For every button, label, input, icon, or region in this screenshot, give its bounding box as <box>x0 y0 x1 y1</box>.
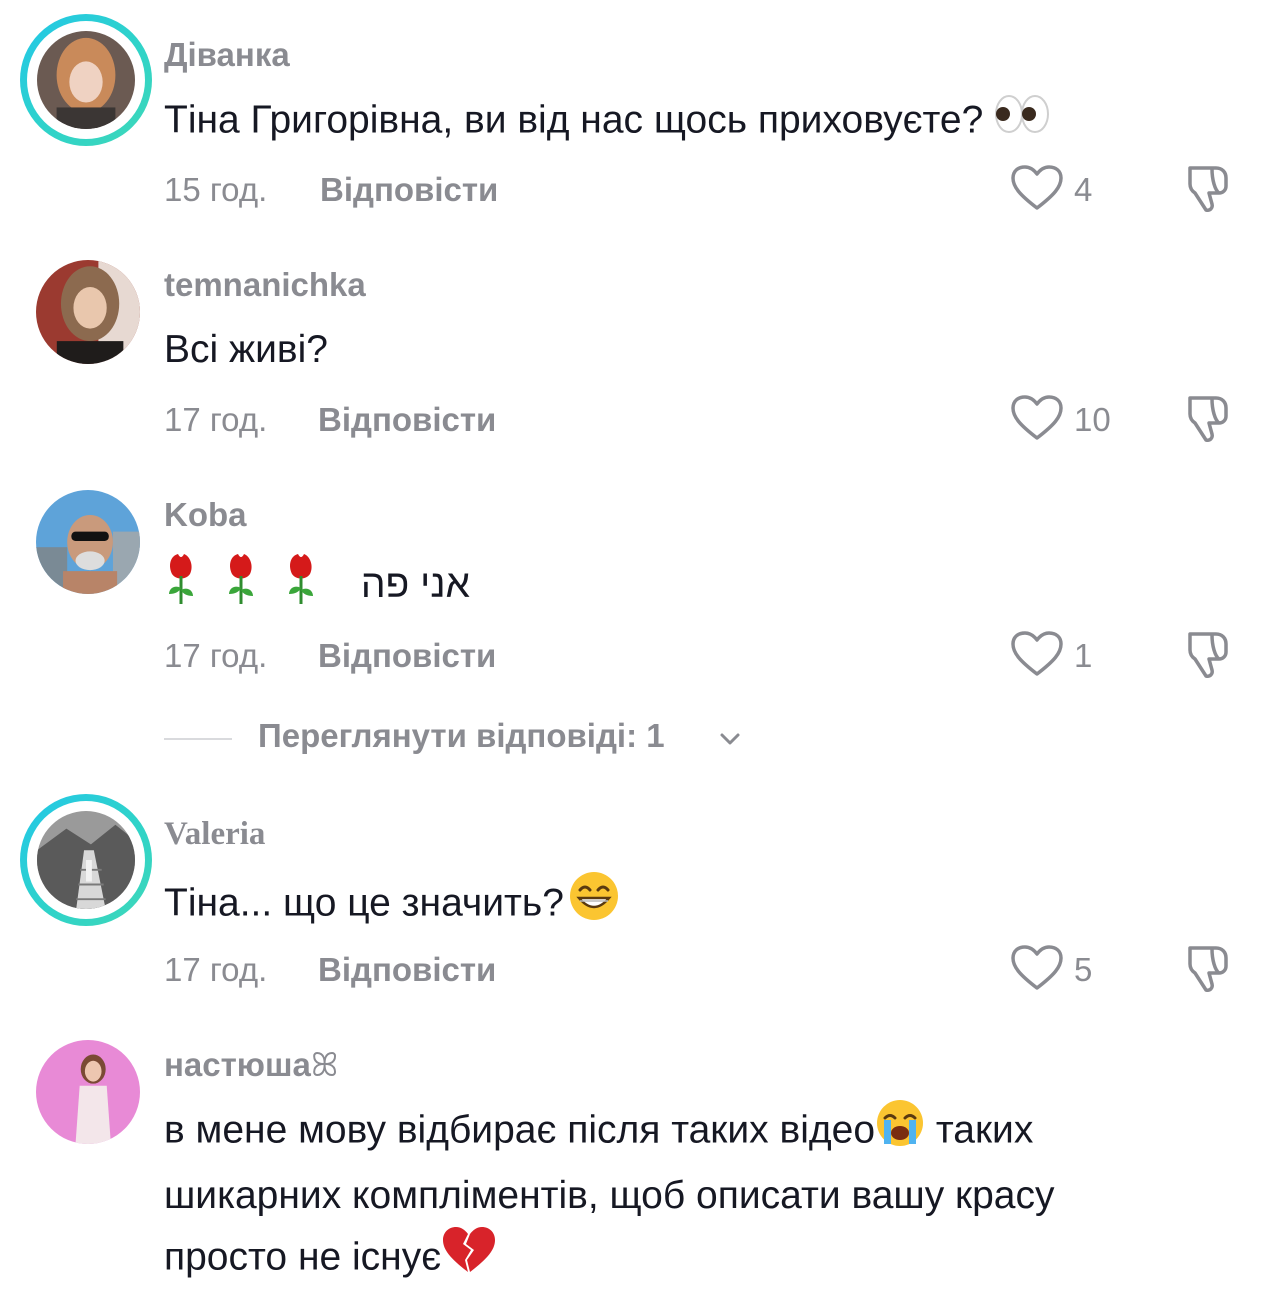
like-count: 5 <box>1074 951 1093 988</box>
chevron-down-icon <box>720 733 740 745</box>
view-replies-button[interactable]: Переглянути відповіді: 1 <box>164 717 864 761</box>
comment-timestamp: 17 год. <box>164 637 268 674</box>
rose-emoji-icon <box>164 550 334 624</box>
heart-outline-icon[interactable] <box>1010 944 1064 992</box>
like-count: 4 <box>1074 171 1093 208</box>
comment-timestamp: 15 год. <box>164 171 268 208</box>
comment-text-content: Тіна Григорівна, ви від нас щось прихову… <box>164 98 995 142</box>
comment-text-line: просто не існує <box>164 1226 1055 1292</box>
view-replies-label: Переглянути відповіді: 1 <box>258 717 665 754</box>
comment-text-line: шикарних компліментів, щоб описати вашу … <box>164 1174 1055 1217</box>
comment-text-content: в мене мову відбирає після таких відео <box>164 1108 876 1152</box>
comment-text-line: в мене мову відбирає після таких відео т… <box>164 1098 1055 1166</box>
comment-text-content: просто не існує <box>164 1235 442 1279</box>
avatar-image <box>37 31 135 129</box>
avatar[interactable] <box>20 794 152 926</box>
reply-button[interactable]: Відповісти <box>318 637 496 675</box>
comment-username[interactable]: Valeria <box>164 816 265 853</box>
avatar[interactable] <box>20 244 152 376</box>
comment-username-text: настюша <box>164 1046 311 1083</box>
thumbs-down-icon[interactable] <box>1182 390 1236 444</box>
avatar[interactable] <box>20 14 152 146</box>
heart-outline-icon[interactable] <box>1010 164 1064 212</box>
like-count: 1 <box>1074 637 1093 674</box>
comment-text: Всі живі? <box>164 328 328 371</box>
crying-face-emoji-icon <box>875 1098 925 1166</box>
comment-text-content: אני פה <box>360 563 470 607</box>
comment-text: אני פה <box>164 550 470 624</box>
avatar-image <box>36 490 140 594</box>
comment-text: Тіна Григорівна, ви від нас щось прихову… <box>164 90 1050 154</box>
reply-button[interactable]: Відповісти <box>318 401 496 439</box>
avatar[interactable] <box>20 474 152 606</box>
reply-button[interactable]: Відповісти <box>320 171 498 209</box>
reply-button[interactable]: Відповісти <box>318 951 496 989</box>
username-decoration: ꕤ <box>310 1046 339 1083</box>
avatar-image <box>37 811 135 909</box>
divider-line <box>164 738 232 740</box>
grinning-face-emoji-icon <box>568 870 620 940</box>
avatar-image <box>36 260 140 364</box>
comment-username[interactable]: temnanichka <box>164 266 366 304</box>
avatar-image <box>36 1040 140 1144</box>
comment-text: Тіна... що це значить? <box>164 870 620 940</box>
comment-username[interactable]: Koba <box>164 496 247 534</box>
comment-username[interactable]: Діванка <box>164 36 290 74</box>
thumbs-down-icon[interactable] <box>1182 940 1236 994</box>
comment-text-content: таких <box>925 1108 1034 1152</box>
like-count: 10 <box>1074 401 1111 438</box>
eyes-emoji-icon <box>994 90 1050 154</box>
comment-timestamp: 17 год. <box>164 401 268 438</box>
comment-text: в мене мову відбирає після таких відео т… <box>164 1098 1055 1292</box>
avatar[interactable] <box>20 1024 152 1156</box>
thumbs-down-icon[interactable] <box>1182 160 1236 214</box>
comment-timestamp: 17 год. <box>164 951 268 988</box>
broken-heart-emoji-icon <box>441 1226 496 1292</box>
heart-outline-icon[interactable] <box>1010 394 1064 442</box>
thumbs-down-icon[interactable] <box>1182 626 1236 680</box>
comment-username[interactable]: настюшаꕤ <box>164 1046 338 1085</box>
comment-text-content: Тіна... що це значить? <box>164 881 564 925</box>
heart-outline-icon[interactable] <box>1010 630 1064 678</box>
